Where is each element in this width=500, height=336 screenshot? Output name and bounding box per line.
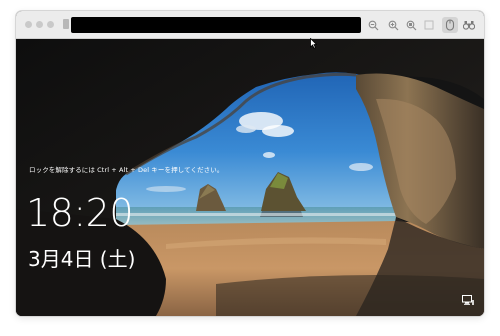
binoculars-icon[interactable] (461, 17, 477, 33)
lock-screen[interactable]: ロックを解除するには Ctrl + Alt + Del キーを押してください。 … (16, 39, 484, 316)
titlebar (16, 11, 484, 39)
zoom-out-icon[interactable] (365, 17, 381, 33)
lock-clock-time: 18:20 (26, 191, 134, 235)
mouse-icon[interactable] (442, 17, 458, 33)
zoom-in-icon[interactable] (385, 17, 401, 33)
zoom-window-button[interactable] (47, 21, 54, 28)
network-icon[interactable] (462, 295, 474, 305)
mouse-pointer-icon (310, 38, 317, 49)
address-bar[interactable] (71, 17, 361, 33)
minimize-window-button[interactable] (36, 21, 43, 28)
lockscreen-wallpaper (16, 39, 484, 316)
zoom-fit-icon[interactable] (403, 17, 419, 33)
sidebar-toggle-icon[interactable] (63, 19, 69, 29)
close-window-button[interactable] (25, 21, 32, 28)
remote-desktop-window: ロックを解除するには Ctrl + Alt + Del キーを押してください。 … (16, 11, 484, 316)
unlock-hint: ロックを解除するには Ctrl + Alt + Del キーを押してください。 (29, 166, 224, 174)
fullscreen-icon[interactable] (421, 17, 437, 33)
lock-clock-date: 3月4日 (土) (28, 247, 136, 271)
